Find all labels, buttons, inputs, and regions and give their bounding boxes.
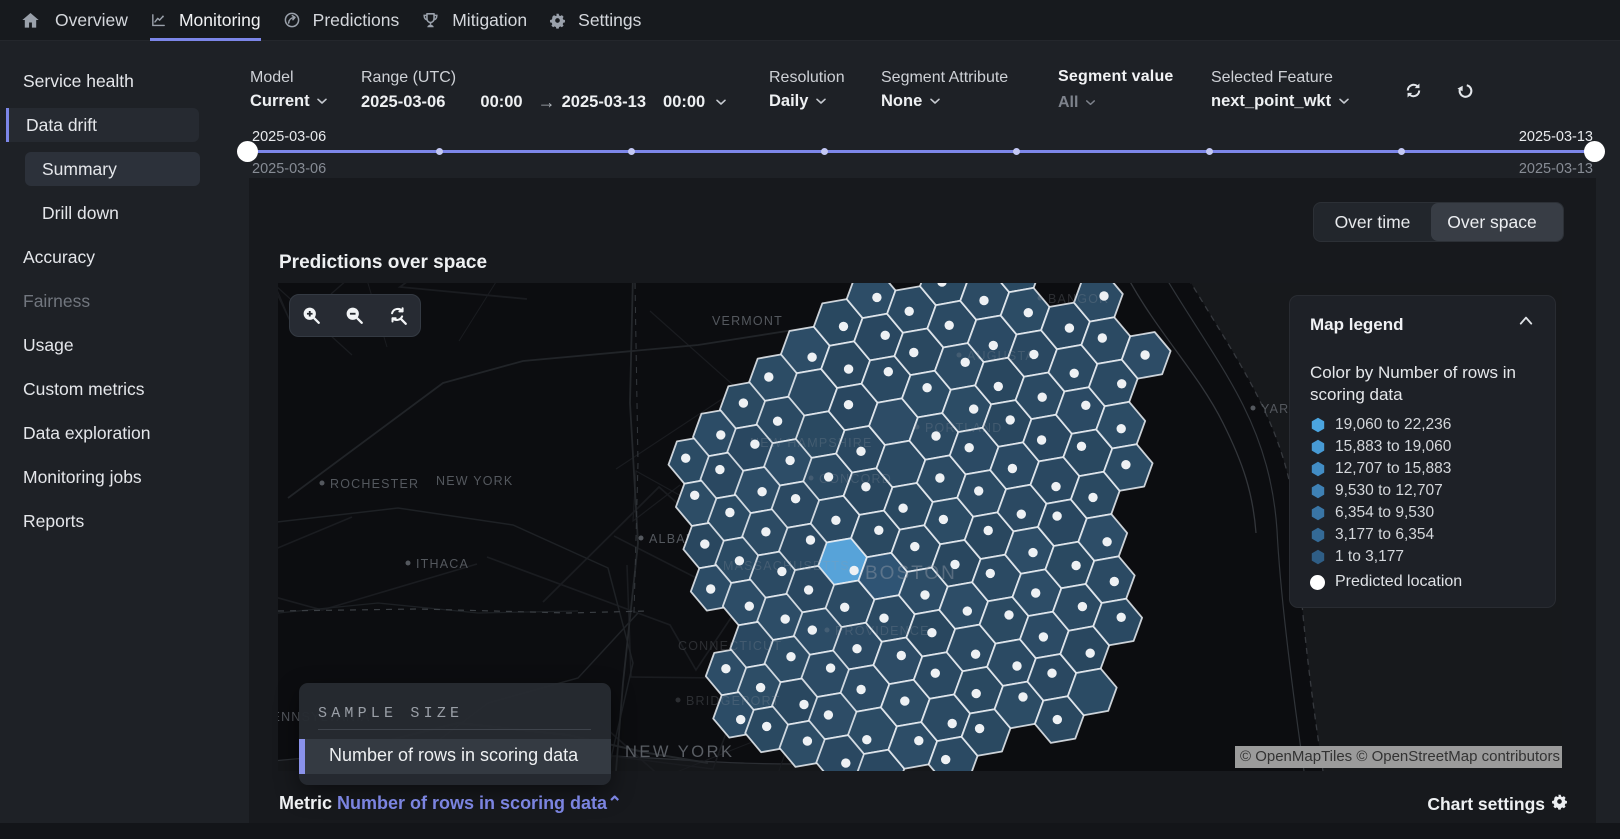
svg-text:PROVIDENCE: PROVIDENCE [835,624,930,638]
svg-text:VERMONT: VERMONT [712,314,783,328]
svg-text:NEW YORK: NEW YORK [625,743,735,761]
svg-text:ITHACA: ITHACA [416,557,469,571]
svg-text:NEW HAMPSHIRE: NEW HAMPSHIRE [750,436,873,450]
svg-text:NEW YORK: NEW YORK [436,474,513,488]
svg-text:AUGUSTA: AUGUSTA [967,349,1035,363]
svg-text:CONNECTICUT: CONNECTICUT [678,639,782,653]
svg-text:BRIDGEPORT: BRIDGEPORT [686,694,780,708]
svg-text:BOSTON: BOSTON [865,563,957,584]
svg-text:ROCHESTER: ROCHESTER [330,477,419,491]
